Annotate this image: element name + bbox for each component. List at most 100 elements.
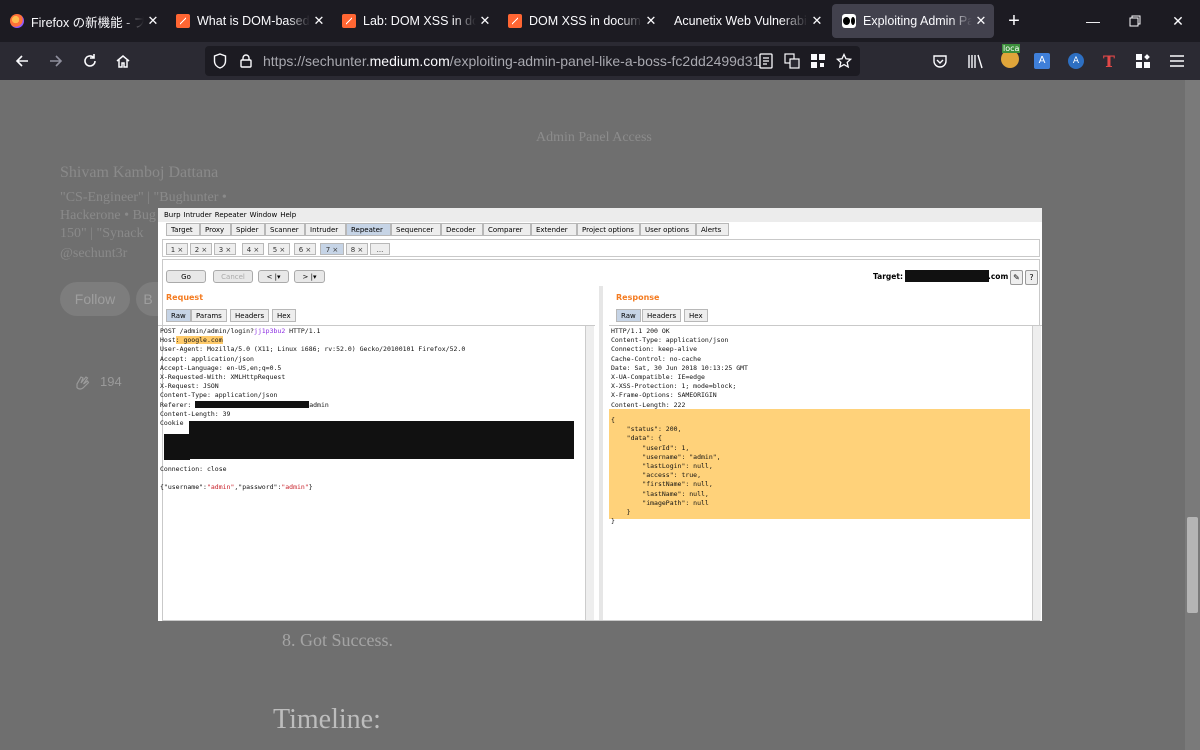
tab-dom-xss[interactable]: What is DOM-based XSS ✕ [166,0,332,42]
tab-title: Acunetix Web Vulnerability [674,14,808,28]
extension-badge: loca [1002,44,1021,53]
translate-extension-icon[interactable]: A [1066,51,1086,71]
reload-button[interactable] [76,47,104,75]
repeater-tab-6: 6 × [294,243,316,255]
translate-icon[interactable] [783,52,801,70]
article-heading-top: Admin Panel Access [536,130,652,145]
extensions-icon[interactable] [1133,51,1153,71]
response-tab-hex: Hex [684,309,708,322]
tab-title: Lab: DOM XSS in docu [363,14,476,28]
portswigger-icon [342,14,356,28]
bookmark-star-icon[interactable] [835,52,853,70]
url-text[interactable]: https://sechunter.medium.com/exploiting-… [263,46,760,76]
burp-tab-extender: Extender [531,223,577,236]
page-scrollbar[interactable] [1185,80,1200,750]
request-tab-params: Params [191,309,227,322]
response-tab-headers: Headers [642,309,682,322]
close-tab-icon[interactable]: ✕ [644,13,658,29]
burp-edit-target-icon: ✎ [1010,270,1023,285]
response-pane: HTTP/1.1 200 OK Content-Type: application… [609,325,1042,620]
tab-title: Exploiting Admin Pane [863,14,972,28]
author-bio-line1: "CS-Engineer" | "Bughunter • [60,190,227,205]
reader-view-icon[interactable] [757,52,775,70]
request-tab-headers: Headers [230,309,270,322]
menu-icon[interactable] [1167,51,1187,71]
tab-dom-xss-document[interactable]: DOM XSS in document ✕ [498,0,664,42]
subscribe-button[interactable]: B [136,282,160,316]
repeater-tab-8: 8 × [346,243,368,255]
tab-firefox-new[interactable]: Firefox の新機能 - ブラウ ✕ [0,0,166,42]
navigation-toolbar: https://sechunter.medium.com/exploiting-… [0,42,1200,80]
clap-icon[interactable] [72,372,92,392]
split-divider [599,286,603,620]
author-bio-line3: 150" | "Synack [60,226,144,241]
close-tab-icon[interactable]: ✕ [146,13,160,29]
author-handle[interactable]: @sechunt3r [60,246,127,262]
tab-acunetix[interactable]: Acunetix Web Vulnerability ✕ [664,0,830,42]
tab-exploiting-admin-panel[interactable]: Exploiting Admin Pane ✕ [832,4,994,38]
close-tab-icon[interactable]: ✕ [478,13,492,29]
shield-icon[interactable] [211,52,229,70]
redacted-cookie-2 [164,434,190,460]
qr-code-icon[interactable] [809,52,827,70]
burp-tab-repeater: Repeater [346,223,391,236]
image-caption: 8. Got Success. [282,630,393,650]
back-button[interactable] [8,47,36,75]
close-window-button[interactable]: ✕ [1157,0,1199,42]
clap-count: 194 [100,374,122,389]
burp-tab-decoder: Decoder [441,223,483,236]
home-button[interactable] [109,47,137,75]
burp-menu-window: Window [249,211,278,219]
burp-tab-alerts: Alerts [696,223,729,236]
portswigger-icon [508,14,522,28]
tab-lab-dom-xss[interactable]: Lab: DOM XSS in docu ✕ [332,0,498,42]
repeater-tab-5: 5 × [268,243,290,255]
burp-tab-target: Target [166,223,200,236]
minimize-button[interactable]: — [1072,0,1114,42]
repeater-tab-3: 3 × [214,243,236,255]
request-tab-raw: Raw [166,309,191,322]
close-tab-icon[interactable]: ✕ [312,13,326,29]
response-tab-raw: Raw [616,309,641,322]
repeater-tab-more: ... [370,243,390,255]
burp-tab-scanner: Scanner [265,223,305,236]
scrollbar-thumb[interactable] [1187,517,1198,613]
portswigger-icon [176,14,190,28]
burp-menu-repeater: Repeater [214,211,247,219]
redacted-target [905,270,989,282]
burp-tab-proxy: Proxy [200,223,231,236]
firefox-icon [10,14,24,28]
tab-title: Firefox の新機能 - ブラウ [31,15,144,30]
pocket-icon[interactable] [930,51,950,71]
burp-forward-button: > |▾ [294,270,325,283]
tab-title: DOM XSS in document [529,14,642,28]
burp-menu-help: Help [280,211,297,219]
request-tab-hex: Hex [272,309,296,322]
burp-menubar: Burp Intruder Repeater Window Help [158,208,1042,222]
close-tab-icon[interactable]: ✕ [810,13,824,29]
request-heading: Request [166,293,204,302]
library-icon[interactable] [966,51,986,71]
address-bar[interactable]: https://sechunter.medium.com/exploiting-… [205,46,860,76]
follow-button[interactable]: Follow [60,282,130,316]
restore-button[interactable] [1114,0,1156,42]
burp-tab-intruder: Intruder [305,223,346,236]
forward-button[interactable] [42,47,70,75]
burp-menu-intruder: Intruder [183,211,212,219]
burp-cancel-button: Cancel [213,270,253,283]
burp-repeater-screenshot: Burp Intruder Repeater Window Help Target Pr… [158,208,1042,621]
tab-title: What is DOM-based XSS [197,14,310,28]
request-pane: POST /admin/admin/login?jj1p3bu2 HTTP/1.… [158,325,595,620]
burp-tab-user-options: User options [640,223,696,236]
new-tab-button[interactable]: + [1002,9,1026,33]
response-scrollbar [1032,326,1041,620]
lock-icon[interactable] [237,52,255,70]
tab-strip: Firefox の新機能 - ブラウ ✕ What is DOM-based X… [0,0,1200,42]
repeater-tab-7: 7 × [320,243,344,255]
translator-icon[interactable]: A [1032,51,1052,71]
close-tab-icon[interactable]: ✕ [974,13,988,29]
extension-loca-icon[interactable]: loca [999,44,1021,70]
burp-go-button: Go [166,270,206,283]
author-name[interactable]: Shivam Kamboj Dattana [60,164,218,182]
t-extension-icon[interactable]: T [1099,51,1119,71]
